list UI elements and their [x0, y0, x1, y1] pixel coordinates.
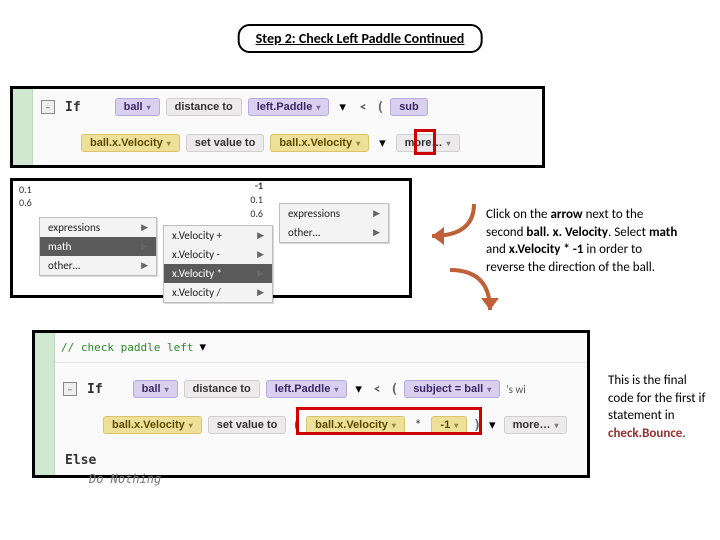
- token-set-value-to[interactable]: set value to: [186, 134, 265, 152]
- menu-item-expressions-3[interactable]: expressions▶: [280, 204, 388, 223]
- token-left-paddle[interactable]: left.Paddle▾: [266, 380, 348, 398]
- menu-list-2: x.Velocity +▶ x.Velocity -▶ x.Velocity *…: [163, 225, 273, 303]
- if-keyword: If: [65, 100, 81, 115]
- mini-value: 0.6: [19, 196, 41, 209]
- chevron-down-icon[interactable]: ▾: [487, 418, 498, 433]
- collapse-icon[interactable]: −: [41, 100, 55, 114]
- multiply-op: *: [411, 418, 425, 433]
- val-06: 0.6: [250, 207, 263, 221]
- else-keyword: Else: [55, 449, 587, 472]
- menu-item-xvel-minus[interactable]: x.Velocity -▶: [164, 245, 272, 264]
- chevron-down-icon[interactable]: ▾: [375, 136, 390, 151]
- menu-col-1: expressions▶ math▶ other…▶: [39, 185, 157, 291]
- chevron-down-icon[interactable]: ▾: [353, 382, 364, 397]
- token-ball[interactable]: ball▾: [115, 98, 160, 116]
- token-ball-xvel-value[interactable]: ball.x.Velocity▾: [270, 134, 369, 152]
- open-paren: (: [376, 100, 384, 115]
- token-ball-xvel-target[interactable]: ball.x.Velocity▾: [103, 416, 202, 434]
- menu-panel: 0.1 0.6 expressions▶ math▶ other…▶ -1 0.…: [10, 178, 412, 298]
- less-than-op: <: [370, 382, 384, 397]
- method-name: // check paddle left: [61, 341, 193, 354]
- chevron-down-icon: ▾: [147, 103, 151, 112]
- code-panel-top: − If ball▾ distance to left.Paddle▾ ▾ < …: [10, 86, 545, 168]
- chevron-down-icon: ▾: [167, 139, 171, 148]
- menu-list-1: expressions▶ math▶ other…▶: [39, 217, 157, 276]
- set-value-row-top: ball.x.Velocity▾ set value to ball.x.Vel…: [73, 125, 542, 161]
- code-panel-bottom: // check paddle left ▾ − If ball▾ distan…: [32, 330, 590, 478]
- menu-item-other[interactable]: other…▶: [40, 256, 156, 275]
- menu-item-other-3[interactable]: other…▶: [280, 223, 388, 242]
- token-subject-ball[interactable]: subject = ball▾: [404, 380, 500, 398]
- if-condition-row-bottom: − If ball▾ distance to left.Paddle▾ ▾ < …: [55, 371, 587, 407]
- val-01: 0.1: [250, 193, 263, 207]
- mini-values: 0.1 0.6: [19, 183, 41, 209]
- submenu-arrow-icon: ▶: [257, 287, 264, 298]
- close-paren: ): [473, 418, 481, 433]
- token-ball-xvel-target[interactable]: ball.x.Velocity▾: [81, 134, 180, 152]
- gutter: [35, 333, 55, 475]
- chevron-down-icon[interactable]: ▾: [199, 340, 206, 355]
- menu-item-math[interactable]: math▶: [40, 237, 156, 256]
- menu-item-xvel-plus[interactable]: x.Velocity +▶: [164, 226, 272, 245]
- gutter: [13, 89, 33, 165]
- submenu-arrow-icon: ▶: [373, 227, 380, 238]
- val-neg1: -1: [250, 179, 263, 193]
- token-left-paddle[interactable]: left.Paddle▾: [248, 98, 330, 116]
- set-value-row-bottom: ball.x.Velocity▾ set value to ( ball.x.V…: [95, 407, 587, 443]
- token-s-width-truncated: 's wi: [506, 383, 526, 396]
- method-header: // check paddle left ▾: [55, 333, 587, 363]
- if-condition-row: − If ball▾ distance to left.Paddle▾ ▾ < …: [33, 89, 542, 125]
- open-paren: (: [390, 382, 398, 397]
- code-content: // check paddle left ▾ − If ball▾ distan…: [55, 333, 587, 475]
- if-keyword: If: [87, 382, 103, 397]
- submenu-arrow-icon: ▶: [141, 260, 148, 271]
- chevron-down-icon: ▾: [316, 103, 320, 112]
- mini-value: 0.1: [19, 183, 41, 196]
- chevron-down-icon: ▾: [447, 139, 451, 148]
- token-distance-to[interactable]: distance to: [166, 98, 242, 116]
- menu-list-3: expressions▶ other…▶: [279, 203, 389, 243]
- chevron-down-icon[interactable]: ▾: [335, 100, 350, 115]
- token-distance-to[interactable]: distance to: [184, 380, 260, 398]
- submenu-arrow-icon: ▶: [141, 222, 148, 233]
- less-than-op: <: [356, 100, 370, 115]
- menu-item-xvel-div[interactable]: x.Velocity /▶: [164, 283, 272, 302]
- token-ball-xvel-value[interactable]: ball.x.Velocity▾: [306, 416, 405, 434]
- menu-col-3: expressions▶ other…▶: [279, 185, 389, 291]
- submenu-arrow-icon: ▶: [257, 230, 264, 241]
- annotation-2: This is the final code for the first if …: [608, 372, 714, 442]
- code-content: − If ball▾ distance to left.Paddle▾ ▾ < …: [33, 89, 542, 165]
- step-title-text: Step 2: Check Left Paddle Continued: [256, 30, 465, 47]
- open-paren: (: [292, 418, 300, 433]
- menu-item-expressions[interactable]: expressions▶: [40, 218, 156, 237]
- token-set-value-to[interactable]: set value to: [208, 416, 287, 434]
- token-more[interactable]: more…▾: [396, 134, 460, 152]
- submenu-arrow-icon: ▶: [257, 249, 264, 260]
- numeric-hints: -1 0.1 0.6: [250, 179, 269, 221]
- annotation-1: Click on the arrow next to the second ba…: [486, 206, 682, 276]
- submenu-arrow-icon: ▶: [141, 241, 148, 252]
- token-more[interactable]: more…▾: [504, 416, 568, 434]
- token-neg1[interactable]: -1▾: [431, 416, 467, 434]
- submenu-arrow-icon: ▶: [373, 208, 380, 219]
- chevron-down-icon: ▾: [356, 139, 360, 148]
- token-subject-truncated[interactable]: sub: [390, 98, 428, 116]
- menu-item-xvel-mult[interactable]: x.Velocity *▶: [164, 264, 272, 283]
- menu-col-2: -1 0.1 0.6 x.Velocity +▶ x.Velocity -▶ x…: [163, 181, 273, 291]
- do-nothing: Do Nothing: [89, 472, 587, 486]
- token-ball[interactable]: ball▾: [133, 380, 178, 398]
- step-title: Step 2: Check Left Paddle Continued: [238, 24, 483, 53]
- arrow-to-panel2: [414, 196, 484, 256]
- submenu-arrow-icon: ▶: [257, 268, 264, 279]
- collapse-icon[interactable]: −: [63, 382, 77, 396]
